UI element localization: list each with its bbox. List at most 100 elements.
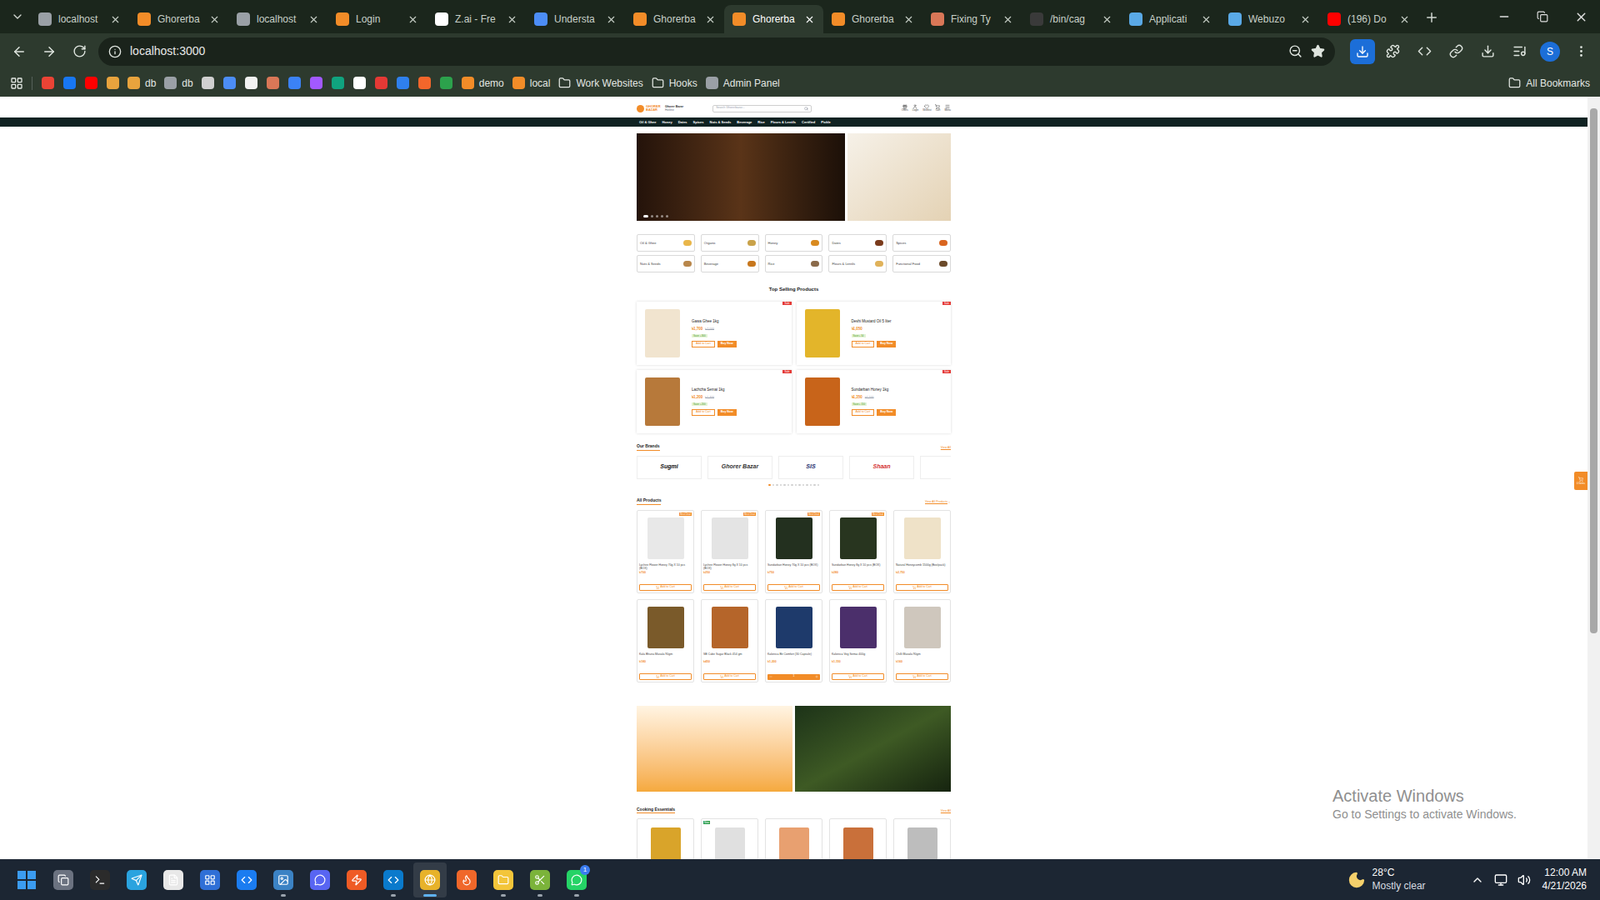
- bookmark[interactable]: [396, 76, 410, 90]
- category-card[interactable]: Honey: [765, 234, 824, 252]
- slider-dot[interactable]: [775, 484, 779, 487]
- nav-item[interactable]: Dates: [678, 120, 688, 125]
- taskbar-app[interactable]: [486, 862, 520, 898]
- header-link[interactable]: Offers: [901, 104, 909, 113]
- download-status-button[interactable]: [1350, 39, 1375, 65]
- bookmark[interactable]: Admin Panel: [705, 75, 780, 91]
- header-link[interactable]: Menu: [944, 104, 951, 113]
- brand-card[interactable]: Shaan: [849, 455, 915, 480]
- buy-now-button[interactable]: Buy Now: [876, 409, 896, 416]
- add-to-cart-button[interactable]: Add to Cart: [703, 584, 756, 590]
- buy-now-button[interactable]: Buy Now: [717, 409, 737, 416]
- network-icon[interactable]: [1494, 873, 1508, 887]
- restore-button[interactable]: [1523, 0, 1562, 34]
- slider-dot[interactable]: [643, 215, 649, 218]
- product-card[interactable]: [893, 818, 951, 860]
- extensions-button[interactable]: [1378, 37, 1407, 66]
- category-card[interactable]: Spices: [892, 234, 951, 252]
- product-card[interactable]: Best DealSundarban Honey 8g X 10 pcs (BO…: [829, 510, 887, 594]
- slider-dot[interactable]: [772, 484, 775, 487]
- taskbar-app[interactable]: 1: [560, 862, 594, 898]
- browser-tab[interactable]: /bin/cag: [1021, 5, 1121, 34]
- slider-dot[interactable]: [795, 484, 798, 487]
- top-product-card[interactable]: SaleLachcha Semai 1kg৳1,200৳1,400Save ৳2…: [636, 370, 792, 434]
- bookmark-folder[interactable]: Work Websites: [558, 75, 643, 91]
- all-bookmarks[interactable]: All Bookmarks: [1508, 75, 1590, 91]
- brand-card[interactable]: [920, 455, 951, 480]
- category-card[interactable]: Functional Food: [892, 255, 951, 273]
- product-card[interactable]: SB Cube Sugar Black 454 gm৳450Add to Car…: [700, 599, 759, 683]
- share-button[interactable]: [1441, 37, 1470, 66]
- header-link[interactable]: Wishlist: [922, 104, 931, 113]
- bookmark[interactable]: demo: [461, 75, 505, 91]
- browser-tab[interactable]: Ghorerba: [724, 5, 824, 34]
- bookmark[interactable]: [440, 76, 454, 90]
- taskbar-app[interactable]: [413, 862, 447, 898]
- quantity-stepper[interactable]: 1: [767, 674, 820, 680]
- add-to-cart-button[interactable]: Add to Cart: [895, 584, 949, 590]
- devtools-button[interactable]: [1410, 37, 1439, 66]
- close-icon[interactable]: [605, 14, 617, 25]
- slider-dot[interactable]: [787, 484, 790, 487]
- header-link[interactable]: Login: [912, 104, 919, 113]
- nav-item[interactable]: Pickle: [820, 120, 831, 125]
- browser-tab[interactable]: Ghorerba: [823, 5, 923, 34]
- brand-card[interactable]: Ghorer Bazar: [707, 455, 773, 480]
- promo-banner[interactable]: [636, 705, 793, 792]
- close-icon[interactable]: [1002, 14, 1014, 25]
- browser-tab[interactable]: Ghorerba: [129, 5, 229, 34]
- category-card[interactable]: Nuts & Seeds: [636, 255, 695, 273]
- category-card[interactable]: Dates: [828, 234, 887, 252]
- chevron-up-icon[interactable]: [1470, 873, 1485, 887]
- view-all-link[interactable]: View All: [940, 445, 951, 450]
- cart-widget[interactable]: 0 Items: [1574, 471, 1588, 490]
- minimize-button[interactable]: [1485, 0, 1524, 34]
- media-button[interactable]: [1505, 37, 1534, 66]
- product-card[interactable]: [636, 818, 695, 860]
- nav-item[interactable]: Flours & Lentils: [770, 120, 796, 125]
- browser-tab[interactable]: localhost: [228, 5, 328, 34]
- add-to-cart-button[interactable]: Add to Cart: [639, 673, 692, 680]
- top-product-card[interactable]: SaleSundarban Honey 1kg৳1,350৳1,500Save …: [796, 370, 952, 434]
- bookmark[interactable]: db: [164, 75, 193, 91]
- zoom-icon[interactable]: [1288, 44, 1303, 59]
- nav-item[interactable]: Beverage: [736, 120, 752, 125]
- bookmark[interactable]: [201, 76, 215, 90]
- taskbar-app[interactable]: [230, 862, 264, 898]
- add-to-cart-button[interactable]: Add to Cart: [831, 673, 885, 680]
- slider-dot[interactable]: [802, 484, 805, 487]
- slider-dot[interactable]: [783, 484, 786, 487]
- add-to-cart-button[interactable]: Add to Cart: [851, 340, 875, 348]
- taskbar-app[interactable]: [376, 862, 410, 898]
- buy-now-button[interactable]: Buy Now: [717, 340, 737, 348]
- forward-button[interactable]: [35, 37, 64, 66]
- product-card[interactable]: [765, 818, 823, 860]
- site-logo[interactable]: GHORER BAZAR: [636, 105, 661, 113]
- bookmark[interactable]: [375, 76, 389, 90]
- nav-item[interactable]: Spices: [693, 120, 705, 125]
- profile-button[interactable]: S: [1540, 41, 1560, 62]
- brand-card[interactable]: SIS: [778, 455, 844, 480]
- search-input[interactable]: Search Ghorerbazar...: [712, 105, 812, 113]
- browser-tab[interactable]: Applicati: [1120, 5, 1220, 34]
- product-card[interactable]: Kala Bhuna Masala 90gm৳180Add to Cart: [636, 599, 695, 683]
- browser-tab[interactable]: Understa: [525, 5, 625, 34]
- bookmark[interactable]: [245, 76, 259, 90]
- add-to-cart-button[interactable]: Add to Cart: [895, 673, 949, 680]
- taskbar-app[interactable]: [193, 862, 227, 898]
- category-card[interactable]: Oil & Ghee: [636, 234, 695, 252]
- product-card[interactable]: New: [700, 818, 759, 860]
- bookmark[interactable]: [288, 76, 302, 90]
- bookmark[interactable]: db: [127, 75, 156, 91]
- close-icon[interactable]: [1200, 14, 1212, 25]
- bookmark-star-icon[interactable]: [1310, 44, 1325, 59]
- address-bar[interactable]: localhost:3000: [98, 37, 1335, 66]
- volume-icon[interactable]: [1517, 873, 1531, 887]
- buy-now-button[interactable]: Buy Now: [876, 340, 896, 348]
- taskbar-app[interactable]: [303, 862, 337, 898]
- close-icon[interactable]: [308, 14, 320, 25]
- slider-dot[interactable]: [805, 484, 809, 487]
- add-to-cart-button[interactable]: Add to Cart: [851, 409, 875, 416]
- category-card[interactable]: Organic: [700, 234, 760, 252]
- browser-tab[interactable]: Fixing Ty: [922, 5, 1022, 34]
